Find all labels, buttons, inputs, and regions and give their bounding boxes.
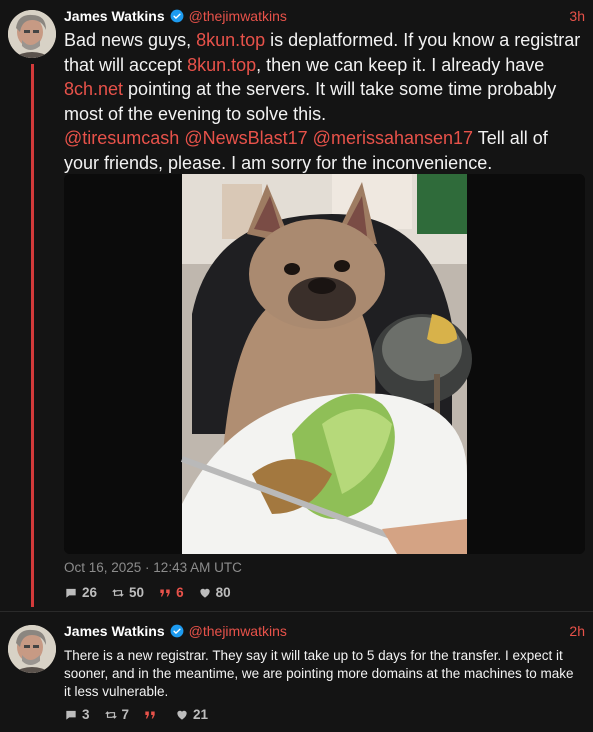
heart-icon xyxy=(177,710,187,720)
retweet-count-value: 50 xyxy=(129,585,145,600)
tweet-time[interactable]: 2h xyxy=(569,623,585,639)
retweet-count[interactable]: 50 xyxy=(111,585,144,600)
tweet-stats: 3 7 21 xyxy=(64,707,208,722)
reply-count[interactable]: 3 xyxy=(64,707,90,722)
tweet-stats: 26 50 6 80 xyxy=(64,585,231,600)
tweet-text-segment: pointing at the servers. It will take so… xyxy=(64,79,557,124)
tweet-header: James Watkins @thejimwatkins xyxy=(64,623,287,639)
like-count[interactable]: 21 xyxy=(175,707,208,722)
quote-count[interactable]: 6 xyxy=(158,585,184,600)
dog-photo xyxy=(64,174,585,554)
verified-icon xyxy=(170,9,184,23)
reply-count[interactable]: 26 xyxy=(64,585,97,600)
avatar[interactable] xyxy=(8,10,56,58)
like-count[interactable]: 80 xyxy=(198,585,231,600)
mention-link[interactable]: @tiresumcash xyxy=(64,128,179,148)
divider xyxy=(0,611,593,612)
author-handle[interactable]: @thejimwatkins xyxy=(189,623,287,639)
retweet-count-value: 7 xyxy=(121,707,130,722)
comment-icon xyxy=(66,588,76,598)
quote-icon xyxy=(160,589,170,596)
tweet-text-segment: , then we can keep it. I already have xyxy=(256,54,545,75)
retweet-icon xyxy=(112,588,124,597)
quote-icon xyxy=(145,711,155,718)
tweet-header: James Watkins @thejimwatkins xyxy=(64,8,287,24)
domain-link[interactable]: 8ch.net xyxy=(64,79,123,99)
retweet-icon xyxy=(104,710,117,719)
domain-link[interactable]: 8kun.top xyxy=(187,55,256,75)
domain-link[interactable]: 8kun.top xyxy=(196,30,265,50)
avatar[interactable] xyxy=(8,625,56,673)
tweet-text: Bad news guys, 8kun.top is deplatformed.… xyxy=(64,28,584,175)
author-name[interactable]: James Watkins xyxy=(64,8,165,24)
mention-link[interactable]: @merissahansen17 xyxy=(313,128,473,148)
verified-icon xyxy=(170,624,184,638)
tweet-time[interactable]: 3h xyxy=(569,8,585,24)
like-count-value: 21 xyxy=(193,707,209,722)
tweet-date[interactable]: Oct 16, 2025 · 12:43 AM UTC xyxy=(64,560,242,575)
tweet-text-segment: Bad news guys, xyxy=(64,30,197,50)
reply-count-value: 26 xyxy=(82,585,98,600)
author-handle[interactable]: @thejimwatkins xyxy=(189,8,287,24)
comment-icon xyxy=(66,710,76,720)
retweet-count[interactable]: 7 xyxy=(104,707,130,722)
heart-icon xyxy=(199,588,210,598)
quote-count-value: 6 xyxy=(176,585,184,600)
reply-count-value: 3 xyxy=(82,707,90,722)
like-count-value: 80 xyxy=(215,585,231,600)
tweet-text: There is a new registrar. They say it wi… xyxy=(64,648,574,699)
attached-photo[interactable] xyxy=(64,174,585,554)
mention-link[interactable]: @NewsBlast17 xyxy=(184,128,307,148)
author-name[interactable]: James Watkins xyxy=(64,623,165,639)
thread-line xyxy=(31,64,34,607)
quote-count[interactable] xyxy=(143,707,161,722)
